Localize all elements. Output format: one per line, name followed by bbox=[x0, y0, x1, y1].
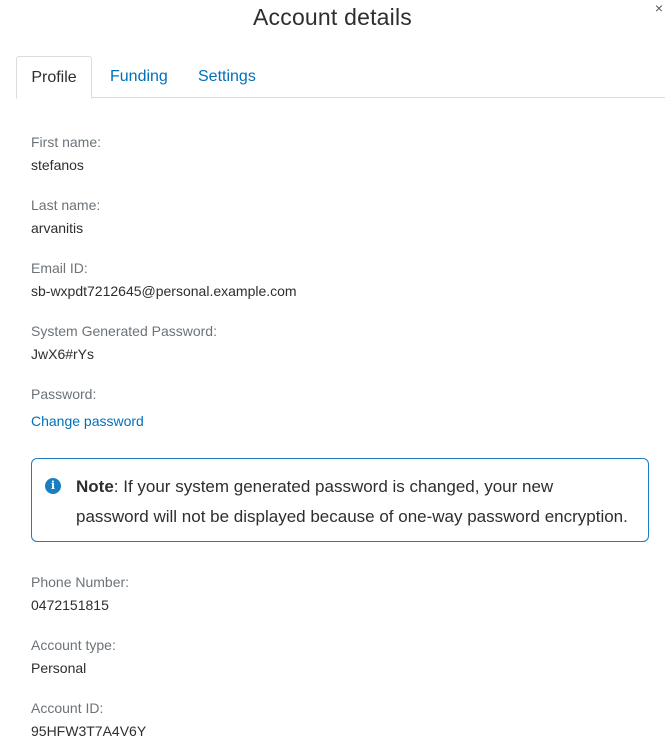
note-body: : If your system generated password is c… bbox=[76, 477, 628, 526]
phone-field: Phone Number: 0472151815 bbox=[31, 573, 129, 614]
phone-label: Phone Number: bbox=[31, 574, 130, 590]
phone-value: 0472151815 bbox=[31, 597, 109, 613]
tab-funding[interactable]: Funding bbox=[110, 56, 168, 97]
dialog-title: Account details bbox=[253, 4, 412, 30]
email-value: sb-wxpdt7212645@personal.example.com bbox=[31, 283, 297, 299]
account-id-value: 95HFW3T7A4V6Y bbox=[31, 723, 147, 739]
tab-settings[interactable]: Settings bbox=[198, 56, 256, 97]
tab-bar: Profile Funding Settings bbox=[16, 56, 665, 99]
password-label: Password: bbox=[31, 386, 97, 402]
email-label: Email ID: bbox=[31, 260, 88, 276]
info-icon: i bbox=[45, 478, 61, 494]
note-heading: Note bbox=[76, 477, 114, 496]
last-name-label: Last name: bbox=[31, 197, 101, 213]
system-password-label: System Generated Password: bbox=[31, 323, 217, 339]
system-password-field: System Generated Password: JwX6#rYs bbox=[31, 322, 217, 363]
account-type-label: Account type: bbox=[31, 637, 116, 653]
change-password-link[interactable]: Change password bbox=[31, 412, 144, 430]
account-id-field: Account ID: 95HFW3T7A4V6Y bbox=[31, 699, 146, 740]
account-details-dialog: Account details × Profile Funding Settin… bbox=[0, 0, 665, 747]
tab-profile[interactable]: Profile bbox=[16, 56, 92, 99]
note-text: Note: If your system generated password … bbox=[76, 472, 630, 532]
close-icon[interactable]: × bbox=[655, 0, 663, 16]
first-name-label: First name: bbox=[31, 134, 102, 150]
first-name-value: stefanos bbox=[31, 157, 84, 173]
account-id-label: Account ID: bbox=[31, 700, 104, 716]
system-password-value: JwX6#rYs bbox=[31, 346, 95, 362]
account-type-field: Account type: Personal bbox=[31, 636, 116, 677]
email-field: Email ID: sb-wxpdt7212645@personal.examp… bbox=[31, 259, 297, 300]
password-note-box: i Note: If your system generated passwor… bbox=[31, 458, 649, 542]
last-name-field: Last name: arvanitis bbox=[31, 196, 100, 237]
last-name-value: arvanitis bbox=[31, 220, 84, 236]
account-type-value: Personal bbox=[31, 660, 87, 676]
password-field: Password: Change password bbox=[31, 385, 144, 430]
first-name-field: First name: stefanos bbox=[31, 133, 101, 174]
